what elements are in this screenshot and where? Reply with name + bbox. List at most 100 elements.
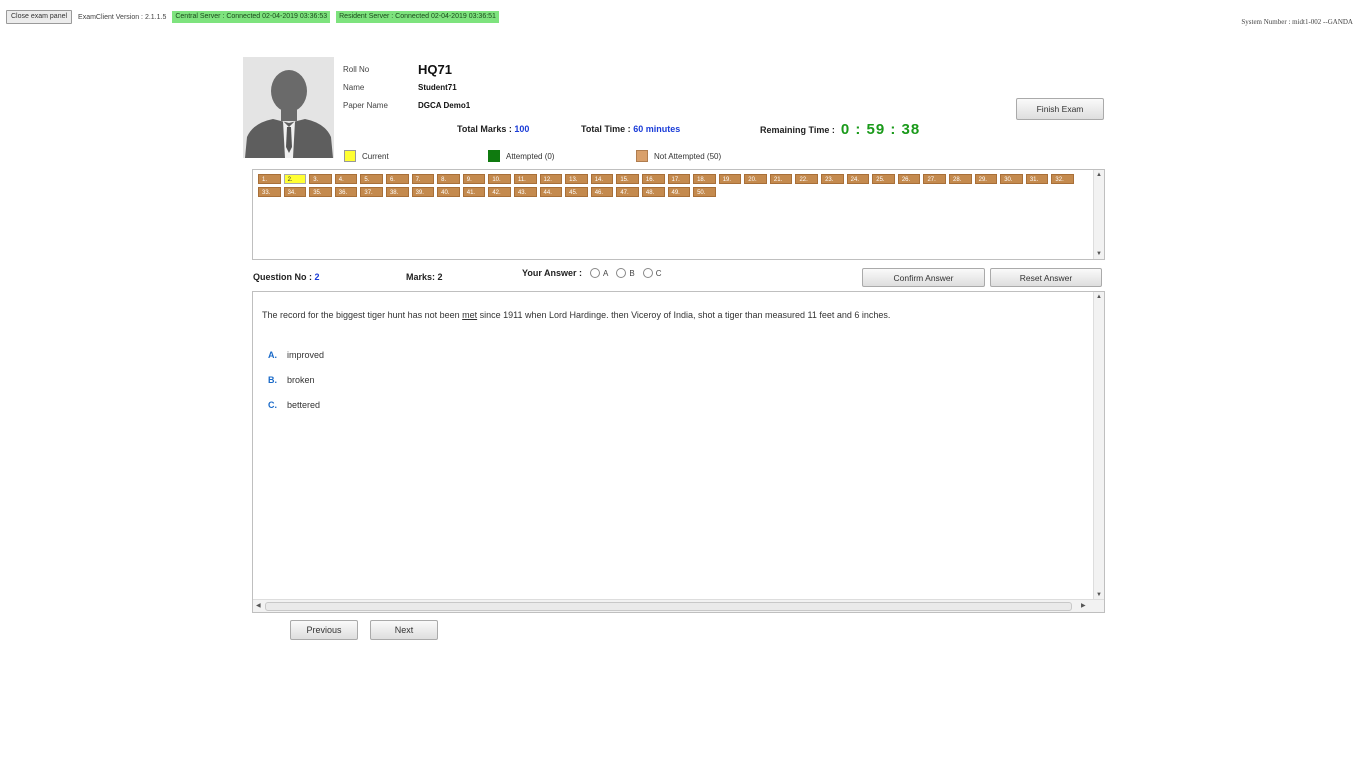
question-palette-button[interactable]: 11. <box>513 174 537 184</box>
question-palette-button[interactable]: 2. <box>283 174 307 184</box>
remaining-time: Remaining Time : 0 : 59 : 38 <box>760 121 920 138</box>
question-palette-button[interactable]: 17. <box>667 174 691 184</box>
question-palette-button[interactable]: 15. <box>616 174 639 184</box>
answer-radio-c[interactable]: C <box>642 268 661 278</box>
option-c: C. bettered <box>268 400 320 410</box>
question-palette-button[interactable]: 40. <box>437 187 460 197</box>
question-text-part: The record for the biggest tiger hunt ha… <box>262 310 463 320</box>
option-b: B. broken <box>268 375 315 385</box>
question-palette-button[interactable]: 27. <box>923 174 947 184</box>
close-exam-panel-button[interactable]: Close exam panel <box>6 10 73 24</box>
legend-not-attempted: Not Attempted (50) <box>636 150 721 162</box>
question-palette-button[interactable]: 35. <box>309 187 332 197</box>
question-palette-button[interactable]: 44. <box>539 187 563 197</box>
question-palette-button[interactable]: 38. <box>385 187 409 197</box>
name-label: Name <box>343 82 365 92</box>
your-answer-label: Your Answer : <box>522 268 583 278</box>
countdown-timer: 0 : 59 : 38 <box>840 121 921 138</box>
scroll-up-icon[interactable]: ▲ <box>1094 292 1104 302</box>
question-marks: Marks: 2 <box>406 272 443 282</box>
question-palette-button[interactable]: 45. <box>565 187 588 197</box>
scroll-right-icon[interactable]: ▶ <box>1081 600 1086 612</box>
question-palette-button[interactable]: 37. <box>360 187 383 197</box>
total-time-value: 60 minutes <box>633 124 681 134</box>
question-palette-button[interactable]: 41. <box>462 187 486 197</box>
question-palette-button[interactable]: 18. <box>693 174 716 184</box>
question-palette-button[interactable]: 4. <box>334 174 358 184</box>
candidate-photo <box>243 57 334 158</box>
next-button[interactable]: Next <box>370 620 438 640</box>
question-palette-button[interactable]: 6. <box>385 174 409 184</box>
question-palette-button[interactable]: 42. <box>488 187 511 197</box>
radio-icon[interactable] <box>642 268 653 278</box>
question-palette-button[interactable]: 21. <box>769 174 793 184</box>
question-palette-button[interactable]: 31. <box>1025 174 1049 184</box>
question-palette-button[interactable]: 5. <box>360 174 383 184</box>
question-horizontal-scrollbar[interactable]: ◀ ▶ <box>253 599 1104 612</box>
question-text: The record for the biggest tiger hunt ha… <box>262 306 902 324</box>
question-palette-button[interactable]: 19. <box>718 174 742 184</box>
system-number: System Number : midt1-002 --GANDA <box>1241 18 1353 26</box>
question-palette-button[interactable]: 28. <box>949 174 972 184</box>
question-panel: The record for the biggest tiger hunt ha… <box>252 291 1105 613</box>
reset-answer-button[interactable]: Reset Answer <box>990 268 1102 287</box>
answer-radio-b[interactable]: B <box>616 268 635 278</box>
question-palette-button[interactable]: 1. <box>258 174 281 184</box>
question-palette-button[interactable]: 32. <box>1051 174 1074 184</box>
remaining-time-label: Remaining Time : <box>760 124 835 135</box>
question-palette-button[interactable]: 8. <box>437 174 460 184</box>
radio-icon[interactable] <box>616 268 627 278</box>
roll-value: HQ71 <box>418 61 452 77</box>
question-palette-button[interactable]: 30. <box>1000 174 1023 184</box>
question-palette-button[interactable]: 46. <box>590 187 614 197</box>
question-number: Question No : 2 <box>253 272 320 282</box>
question-palette-button[interactable]: 7. <box>411 174 435 184</box>
question-palette-button[interactable]: 49. <box>667 187 691 197</box>
question-palette-button[interactable]: 14. <box>590 174 614 184</box>
not-attempted-swatch <box>636 150 648 162</box>
previous-button[interactable]: Previous <box>290 620 358 640</box>
option-key: B. <box>268 375 277 385</box>
scroll-left-icon[interactable]: ◀ <box>256 600 261 612</box>
option-key: A. <box>268 350 277 360</box>
radio-icon[interactable] <box>590 268 601 278</box>
paper-label: Paper Name <box>343 100 388 110</box>
your-answer: Your Answer : A B C <box>522 266 661 280</box>
question-palette-button[interactable]: 13. <box>565 174 588 184</box>
question-palette-button[interactable]: 24. <box>846 174 870 184</box>
question-palette-button[interactable]: 9. <box>462 174 486 184</box>
question-palette-button[interactable]: 26. <box>897 174 921 184</box>
question-palette-button[interactable]: 39. <box>411 187 435 197</box>
option-text: broken <box>287 375 315 385</box>
scrollbar-thumb[interactable] <box>265 602 1072 611</box>
question-palette-button[interactable]: 36. <box>334 187 358 197</box>
option-key: C. <box>268 400 277 410</box>
attempted-swatch <box>488 150 500 162</box>
scroll-up-icon[interactable]: ▲ <box>1094 170 1104 180</box>
question-palette-button[interactable]: 43. <box>513 187 537 197</box>
question-palette-button[interactable]: 47. <box>616 187 639 197</box>
question-palette-button[interactable]: 23. <box>821 174 844 184</box>
confirm-answer-button[interactable]: Confirm Answer <box>862 268 985 287</box>
question-vertical-scrollbar[interactable]: ▲ ▼ <box>1093 292 1104 600</box>
question-palette-button[interactable]: 20. <box>744 174 767 184</box>
question-palette-button[interactable]: 25. <box>872 174 895 184</box>
answer-radio-a[interactable]: A <box>590 268 608 278</box>
question-palette-button[interactable]: 22. <box>795 174 819 184</box>
top-status-bar: Close exam panel ExamClient Version : 2.… <box>6 10 499 24</box>
question-palette-button[interactable]: 33. <box>258 187 281 197</box>
finish-exam-button[interactable]: Finish Exam <box>1016 98 1104 120</box>
question-palette-button[interactable]: 16. <box>641 174 665 184</box>
question-palette-button[interactable]: 48. <box>641 187 665 197</box>
question-palette-button[interactable]: 3. <box>309 174 332 184</box>
scroll-down-icon[interactable]: ▼ <box>1094 249 1104 259</box>
question-palette-button[interactable]: 29. <box>974 174 998 184</box>
name-value: Student71 <box>418 82 457 92</box>
question-palette-button[interactable]: 12. <box>539 174 563 184</box>
question-palette-button[interactable]: 50. <box>693 187 716 197</box>
option-text: bettered <box>287 400 321 410</box>
question-palette-button[interactable]: 10. <box>488 174 511 184</box>
paper-value: DGCA Demo1 <box>418 100 471 110</box>
question-palette-button[interactable]: 34. <box>283 187 307 197</box>
palette-scrollbar[interactable]: ▲ ▼ <box>1093 170 1104 259</box>
